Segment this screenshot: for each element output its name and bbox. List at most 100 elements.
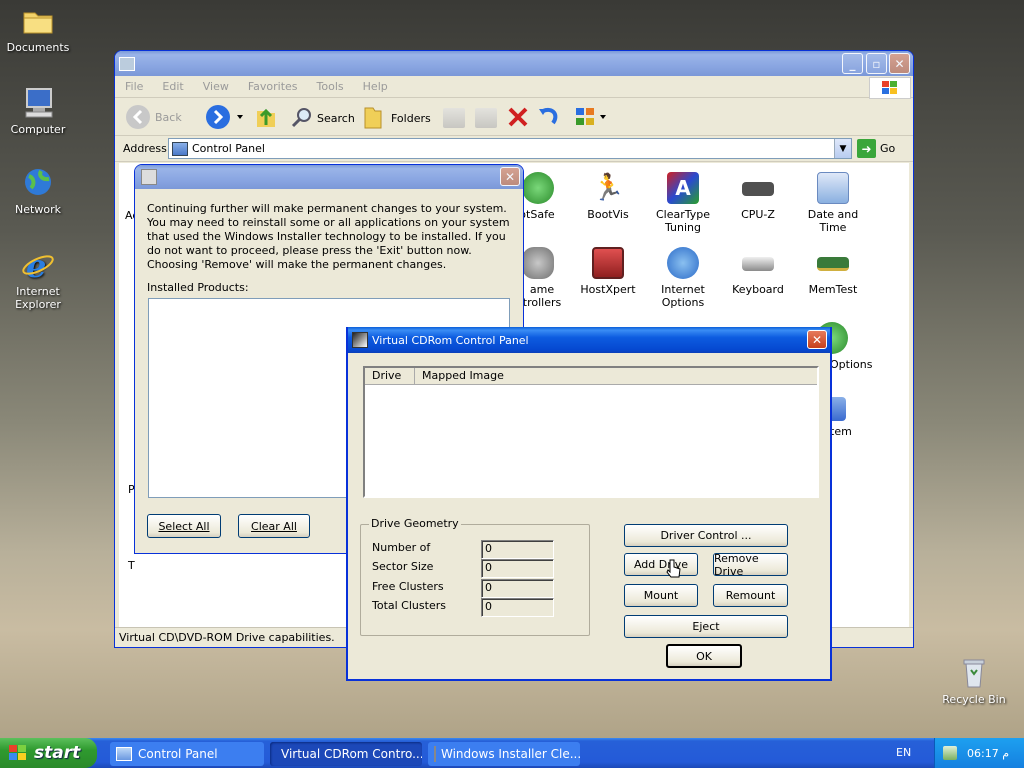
internet-options-icon [667, 247, 699, 279]
go-button[interactable]: ➜ Go [857, 139, 895, 158]
menu-edit[interactable]: Edit [162, 80, 183, 93]
network-icon [21, 166, 55, 200]
installed-products-label: Installed Products: [147, 281, 249, 294]
cleartype-icon: A [667, 172, 699, 204]
back-button[interactable]: Back [125, 104, 182, 130]
installer-close-button[interactable]: ✕ [500, 167, 520, 186]
move-to-icon[interactable] [443, 108, 465, 128]
keyboard-icon [742, 257, 774, 271]
bootvis-icon: 🏃 [592, 173, 625, 203]
eject-button[interactable]: Eject [624, 615, 788, 638]
cp-icon-internet-options[interactable]: Internet Options [646, 247, 720, 309]
address-input[interactable]: Control Panel ▼ [168, 138, 852, 159]
taskbar-item-control-panel[interactable]: Control Panel [110, 742, 264, 766]
toolbar: Back Search Folders [115, 98, 913, 136]
vcd-control-panel-window: Virtual CDRom Control Panel ✕ Drive Mapp… [346, 327, 832, 681]
driver-control-button[interactable]: Driver Control ... [624, 524, 788, 547]
vcd-titlebar[interactable]: Virtual CDRom Control Panel ✕ [348, 327, 830, 353]
chevron-down-icon[interactable]: ▼ [834, 139, 851, 158]
cp-icon-cpuz[interactable]: CPU-Z [721, 172, 795, 221]
menu-favorites[interactable]: Favorites [248, 80, 298, 93]
recycle-bin-icon [957, 656, 991, 690]
installer-app-icon [434, 746, 436, 762]
cp-icon-memtest[interactable]: MemTest [796, 247, 870, 296]
drive-geometry-legend: Drive Geometry [369, 517, 461, 530]
window-titlebar[interactable]: _ ▫ ✕ [115, 51, 913, 76]
copy-to-icon[interactable] [475, 108, 497, 128]
cp-icon-date-time[interactable]: Date and Time [796, 172, 870, 234]
window-icon [119, 56, 135, 71]
desktop-icon-label: Network [15, 203, 61, 216]
close-button[interactable]: ✕ [889, 53, 910, 74]
drive-list[interactable]: Drive Mapped Image [363, 366, 819, 498]
free-clusters-field: 0 [481, 579, 554, 598]
menu-view[interactable]: View [203, 80, 229, 93]
desktop-icon-label: Recycle Bin [942, 693, 1006, 706]
start-button[interactable]: start [0, 738, 97, 768]
column-mapped-image[interactable]: Mapped Image [415, 368, 817, 384]
views-icon[interactable] [575, 106, 609, 131]
cpu-chip-icon [742, 182, 774, 196]
maximize-button[interactable]: ▫ [866, 53, 887, 74]
folders-button[interactable]: Folders [363, 106, 431, 130]
bootsafe-icon [522, 172, 554, 204]
drive-list-header: Drive Mapped Image [365, 368, 817, 385]
search-button[interactable]: Search [291, 107, 355, 129]
remove-drive-button[interactable]: Remove Drive [713, 552, 788, 578]
back-arrow-icon [126, 105, 150, 129]
vcd-close-button[interactable]: ✕ [807, 330, 827, 349]
desktop-icon-computer[interactable]: Computer [0, 86, 76, 136]
menu-file[interactable]: File [125, 80, 143, 93]
calendar-clock-icon [817, 172, 849, 204]
menu-tools[interactable]: Tools [317, 80, 344, 93]
partial-text: T [128, 559, 135, 572]
cp-icon-keyboard[interactable]: Keyboard [721, 247, 795, 296]
mount-button[interactable]: Mount [624, 584, 698, 607]
hostxpert-icon [592, 247, 624, 279]
address-label: Address [123, 142, 167, 155]
desktop-icon-documents[interactable]: Documents [0, 4, 76, 54]
clock[interactable]: 06:17 م [967, 747, 1009, 760]
volume-icon[interactable] [943, 746, 957, 760]
add-drive-button[interactable]: Add Drive [624, 553, 698, 576]
installer-titlebar[interactable]: ✕ [135, 165, 523, 189]
desktop-icon-ie[interactable]: e Internet Explorer [0, 247, 76, 311]
desktop-icon-network[interactable]: Network [0, 166, 76, 216]
delete-icon[interactable] [507, 106, 529, 131]
desktop-icon-label: Internet Explorer [15, 285, 61, 311]
sector-size-field: 0 [481, 559, 554, 578]
desktop-icon-label: Computer [10, 123, 66, 136]
search-icon [291, 108, 311, 128]
computer-icon [21, 86, 55, 120]
remount-button[interactable]: Remount [713, 584, 788, 607]
menu-help[interactable]: Help [363, 80, 388, 93]
language-indicator[interactable]: EN [896, 746, 911, 759]
geometry-label: Free Clusters [372, 580, 444, 593]
up-folder-icon[interactable] [255, 105, 277, 129]
taskbar-item-installer-cleanup[interactable]: Windows Installer Cle... [428, 742, 580, 766]
desktop-icon-recycle-bin[interactable]: Recycle Bin [936, 656, 1012, 706]
ok-button[interactable]: OK [666, 644, 742, 668]
installer-description: Continuing further will make permanent c… [147, 202, 510, 271]
undo-icon[interactable] [537, 105, 561, 132]
total-clusters-field: 0 [481, 598, 554, 617]
column-drive[interactable]: Drive [365, 368, 415, 384]
address-bar: Address Control Panel ▼ ➜ Go [115, 136, 913, 162]
folder-icon [21, 4, 55, 38]
windows-flag-icon [9, 745, 26, 760]
select-all-button[interactable]: Select All [147, 514, 221, 538]
geometry-label: Sector Size [372, 560, 434, 573]
menu-bar: File Edit View Favorites Tools Help [115, 76, 913, 99]
desktop-icon-label: Documents [6, 41, 70, 54]
forward-button[interactable] [205, 104, 245, 133]
mouse-cursor-icon [666, 559, 681, 578]
installer-app-icon [141, 169, 157, 185]
cp-icon-cleartype[interactable]: A ClearType Tuning [646, 172, 720, 234]
cp-icon-hostxpert[interactable]: HostXpert [571, 247, 645, 296]
taskbar-item-virtual-cdrom[interactable]: Virtual CDRom Contro... [270, 742, 422, 766]
number-of-field: 0 [481, 540, 554, 559]
minimize-button[interactable]: _ [842, 53, 863, 74]
forward-arrow-icon [206, 105, 243, 129]
cp-icon-bootvis[interactable]: 🏃 BootVis [571, 172, 645, 221]
clear-all-button[interactable]: Clear All [238, 514, 310, 538]
